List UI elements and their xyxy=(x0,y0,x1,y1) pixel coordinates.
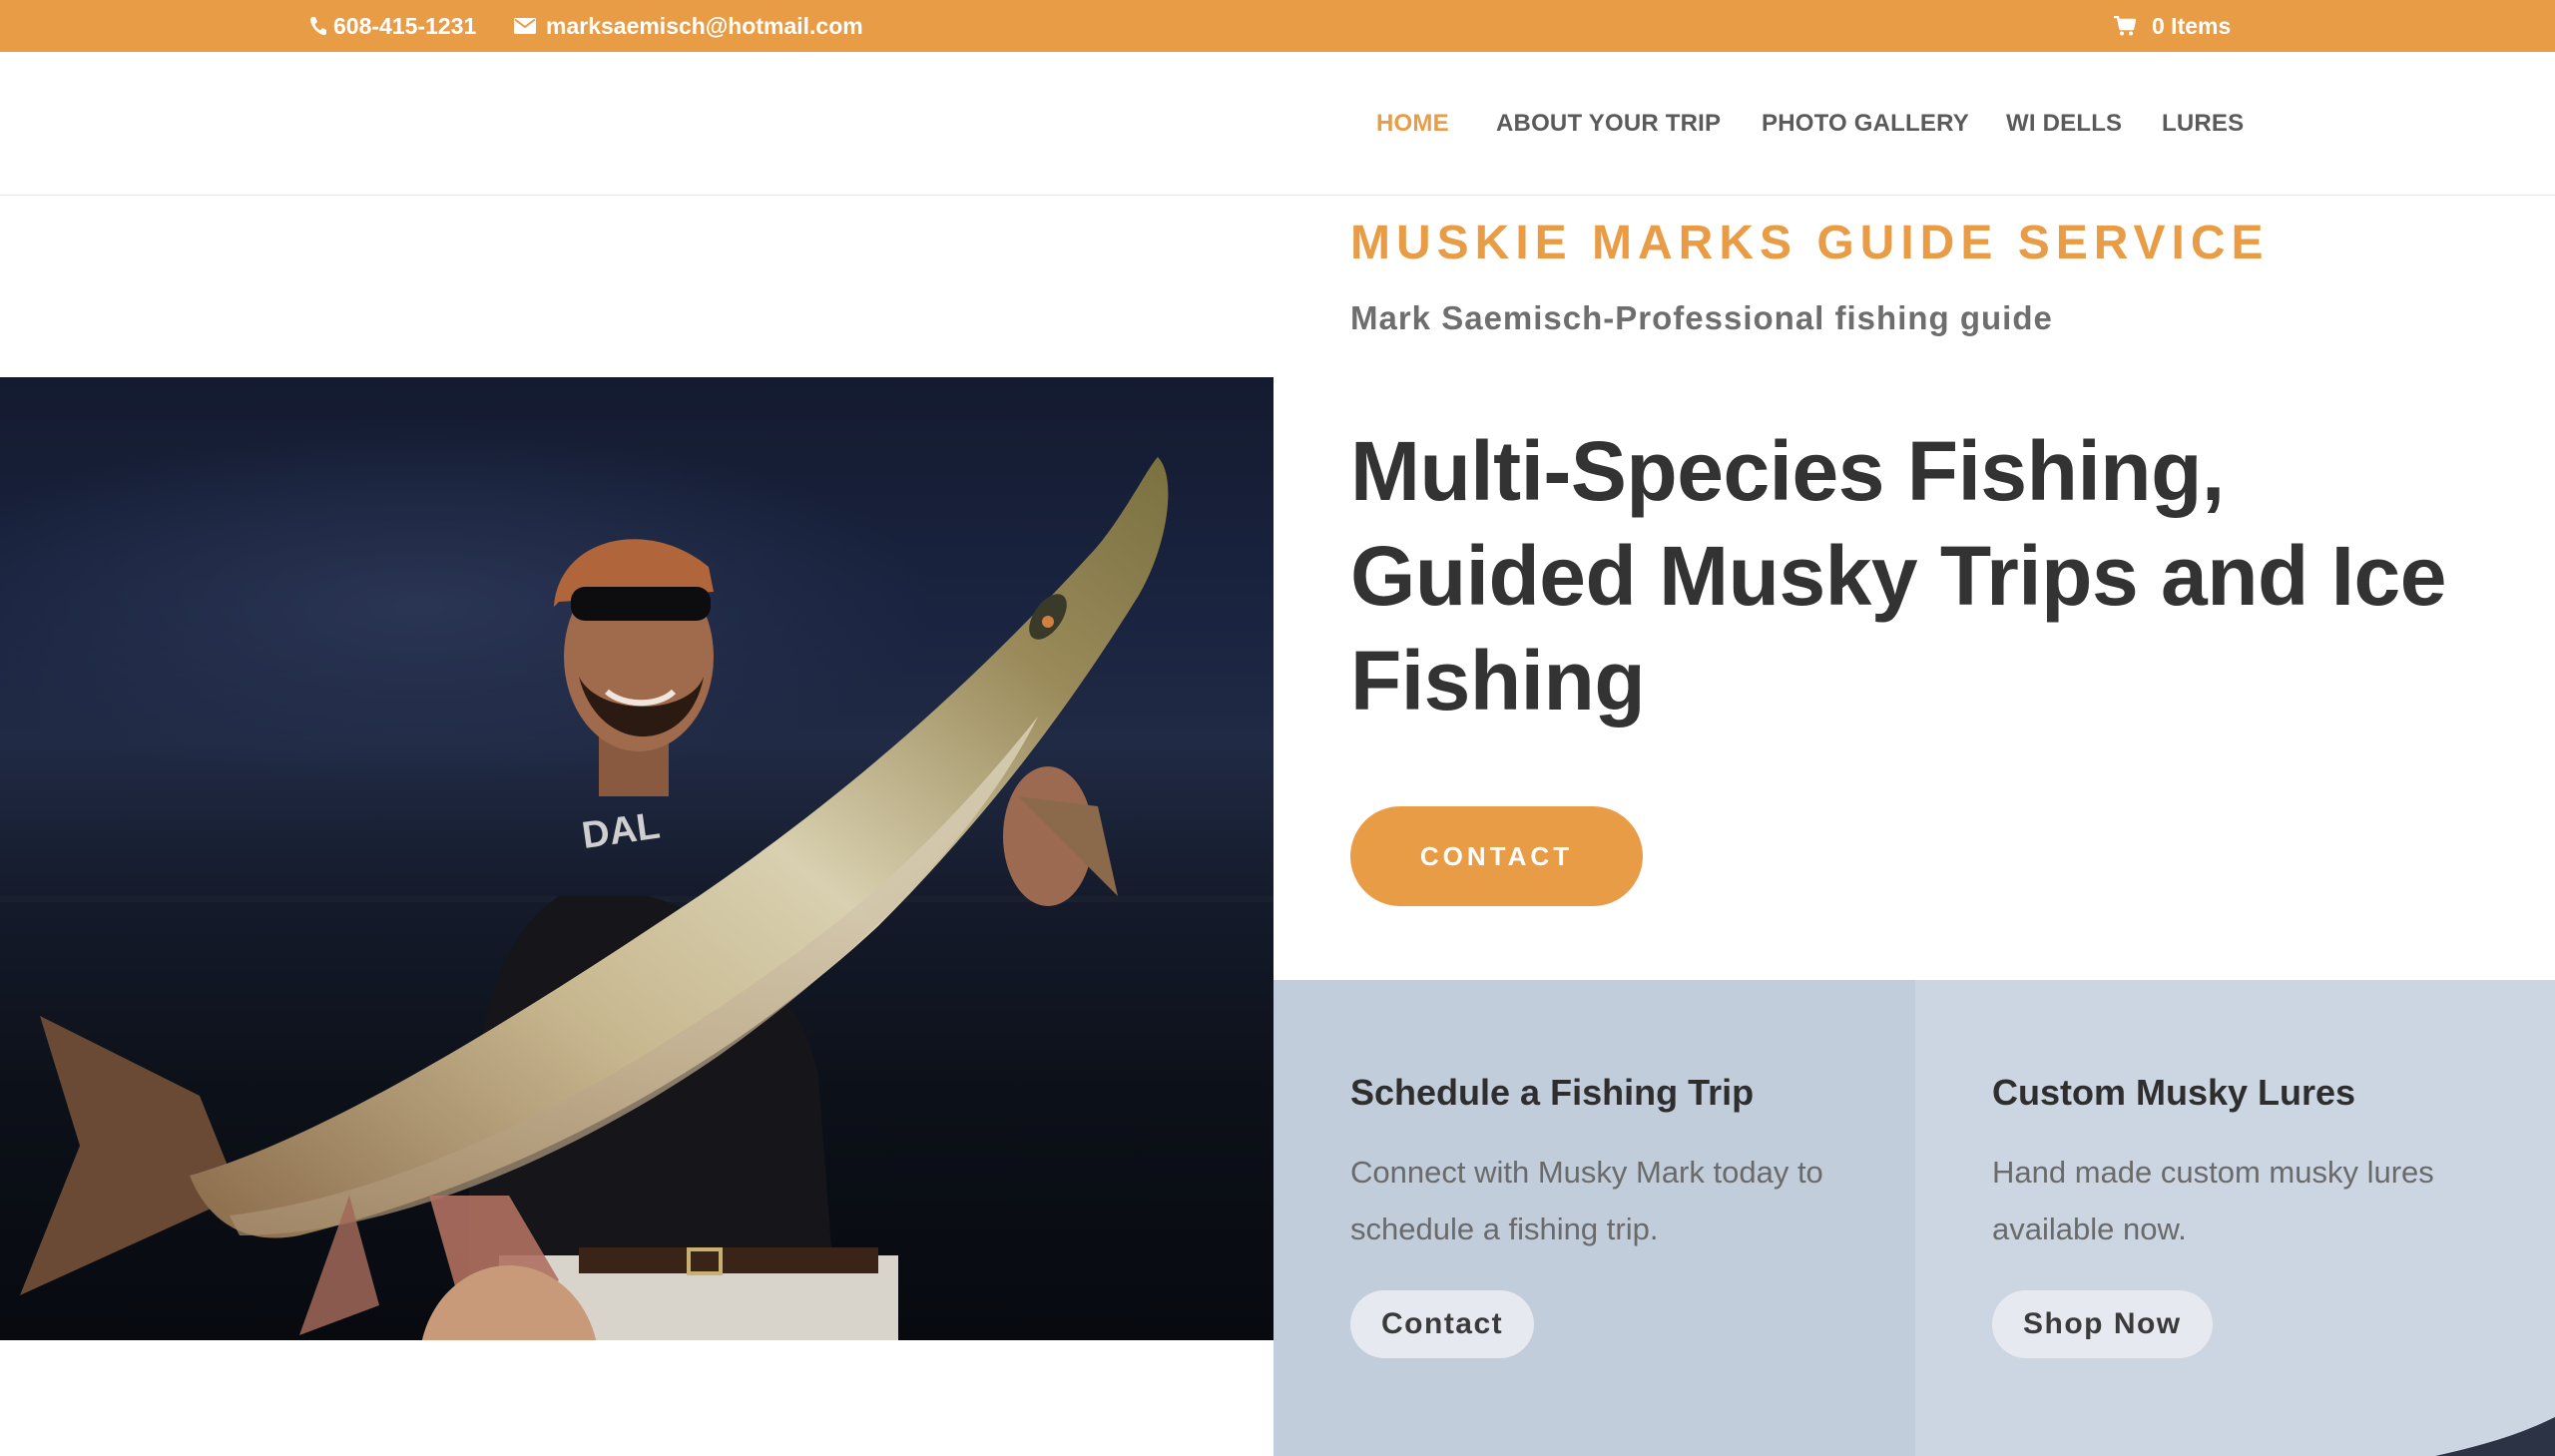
mail-icon xyxy=(514,18,536,34)
cart-link[interactable]: 0 Items xyxy=(2114,0,2231,52)
musky-photo-illustration: DAL xyxy=(0,427,1274,1340)
top-bar: 608-415-1231 marksaemisch@hotmail.com 0 … xyxy=(0,0,2555,52)
feature-custom-lures: Custom Musky Lures Hand made custom musk… xyxy=(1915,980,2555,1456)
nav-item-wi-dells[interactable]: WI DELLS xyxy=(2006,110,2122,138)
feature-title: Custom Musky Lures xyxy=(1992,1072,2356,1113)
hero-headline: Multi-Species Fishing, Guided Musky Trip… xyxy=(1350,424,2446,728)
email-link[interactable]: marksaemisch@hotmail.com xyxy=(514,0,863,52)
nav-item-lures[interactable]: LURES xyxy=(2162,110,2244,138)
feature-text: Hand made custom musky lures available n… xyxy=(1992,1155,2434,1246)
feature-contact-button[interactable]: Contact xyxy=(1350,1290,1535,1358)
feature-schedule-trip: Schedule a Fishing Trip Connect with Mus… xyxy=(1274,980,1915,1456)
site-header: HOME ABOUT YOUR TRIP PHOTO GALLERY WI DE… xyxy=(0,52,2555,196)
phone-icon xyxy=(310,17,326,36)
phone-link[interactable]: 608-415-1231 xyxy=(309,0,476,52)
shirt-print-text: DAL xyxy=(580,805,663,857)
cart-icon xyxy=(2114,16,2136,36)
decorative-swoosh xyxy=(2435,1417,2555,1456)
nav-item-home[interactable]: HOME xyxy=(1376,110,1449,138)
site-subtitle: Mark Saemisch-Professional fishing guide xyxy=(1350,299,2053,336)
nav-item-photo-gallery[interactable]: PHOTO GALLERY xyxy=(1762,110,1969,138)
nav-item-about-your-trip[interactable]: ABOUT YOUR TRIP xyxy=(1496,110,1721,138)
phone-number: 608-415-1231 xyxy=(333,12,477,39)
feature-title: Schedule a Fishing Trip xyxy=(1350,1072,1755,1113)
feature-text: Connect with Musky Mark today to schedul… xyxy=(1350,1155,1823,1246)
cart-count: 0 Items xyxy=(2152,12,2232,39)
shop-now-button[interactable]: Shop Now xyxy=(1992,1290,2213,1358)
site-title: MUSKIE MARKS GUIDE SERVICE xyxy=(1350,217,2270,269)
contact-button[interactable]: CONTACT xyxy=(1350,806,1643,906)
email-address: marksaemisch@hotmail.com xyxy=(546,12,863,39)
hero-photo: DAL xyxy=(0,377,1274,1340)
